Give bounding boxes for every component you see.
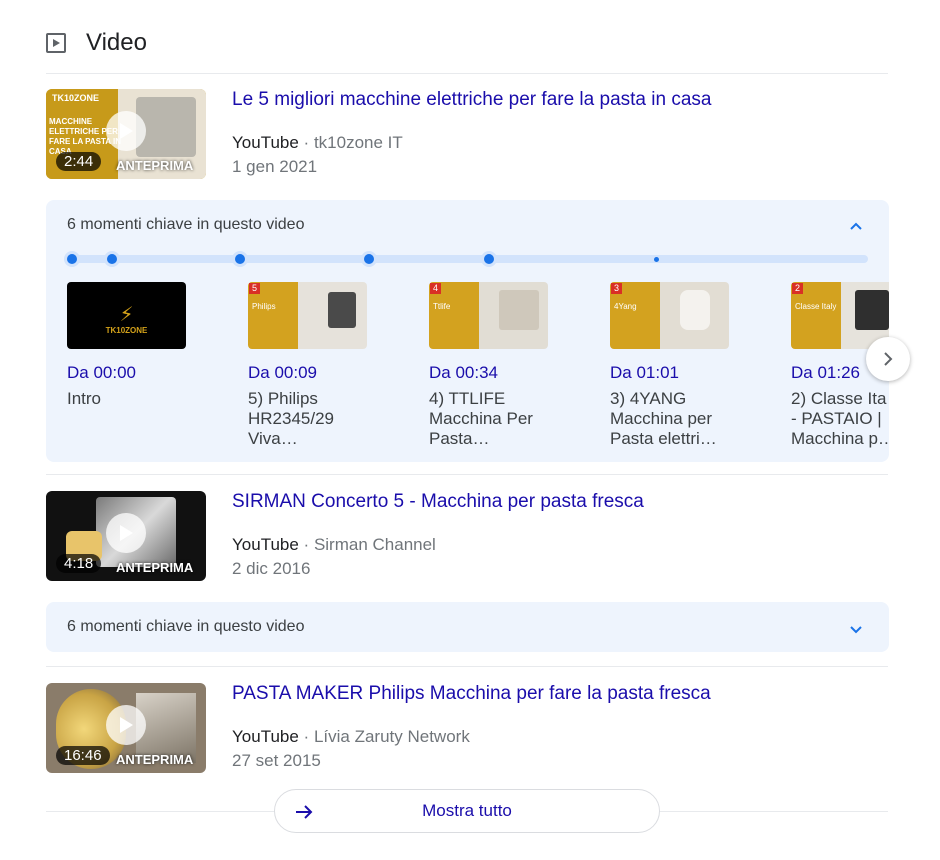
clip-thumbnail[interactable]: 3 4Yang — [610, 282, 729, 349]
section-title: Video — [86, 29, 147, 56]
clip-thumbnail[interactable]: 4 Ttlife — [429, 282, 548, 349]
rank-badge: 3 — [611, 283, 622, 294]
timeline-marker[interactable] — [484, 254, 494, 264]
clip-thumbnail-text: Classe Italy — [795, 302, 837, 311]
clip-thumbnail[interactable]: 2 Classe Italy — [791, 282, 889, 349]
key-moments-toggle[interactable]: 6 momenti chiave in questo video — [67, 216, 304, 234]
key-moments-toggle[interactable]: 6 momenti chiave in questo video — [67, 618, 304, 636]
clip-label: 2) Classe Ita - PASTAIO | Macchina p… — [791, 389, 889, 448]
show-all-label: Mostra tutto — [422, 801, 512, 820]
video-thumbnail[interactable]: 4:18 ANTEPRIMA — [46, 491, 206, 581]
timeline-marker[interactable] — [107, 254, 117, 264]
duration-badge: 4:18 — [56, 554, 102, 573]
key-moments-panel: 6 momenti chiave in questo video ⚡ TK10Z… — [46, 200, 889, 462]
clip-time: Da 00:09 — [248, 363, 317, 382]
clip-label: 5) Philips HR2345/29 Viva… — [248, 389, 335, 448]
clip-time: Da 01:01 — [610, 363, 679, 382]
channel-name: Sirman Channel — [313, 535, 436, 554]
rank-badge: 2 — [792, 283, 803, 294]
play-icon — [106, 513, 146, 553]
preview-label: ANTEPRIMA — [116, 560, 194, 575]
video-source: YouTube · Lívia Zaruty Network — [232, 727, 470, 746]
divider — [46, 474, 888, 475]
clip-thumbnail-text: TK10ZONE — [105, 326, 148, 335]
rank-badge: 5 — [249, 283, 260, 294]
duration-badge: 16:46 — [56, 746, 110, 765]
clip-thumbnail-text: 4Yang — [614, 302, 637, 311]
timeline-marker[interactable] — [364, 254, 374, 264]
divider — [46, 666, 888, 667]
divider — [46, 73, 888, 74]
chevron-down-icon[interactable] — [849, 622, 863, 640]
video-source: YouTube · tk10zone IT — [232, 133, 403, 152]
source-name: YouTube — [232, 727, 299, 746]
clip-time: Da 00:34 — [429, 363, 498, 382]
preview-label: ANTEPRIMA — [116, 752, 194, 767]
key-moments-panel[interactable]: 6 momenti chiave in questo video — [46, 602, 889, 652]
source-name: YouTube — [232, 535, 299, 554]
next-clips-button[interactable] — [866, 337, 910, 381]
video-date: 27 set 2015 — [232, 751, 321, 770]
video-date: 2 dic 2016 — [232, 559, 311, 578]
key-moment-clip[interactable]: ⚡ TK10ZONE Da 00:00 Intro — [67, 282, 189, 409]
play-icon — [106, 111, 146, 151]
video-title-link[interactable]: Le 5 migliori macchine elettriche per fa… — [232, 89, 711, 111]
video-date: 1 gen 2021 — [232, 157, 318, 176]
thumbnail-brand: TK10ZONE — [52, 93, 100, 103]
clip-label: Intro — [67, 389, 102, 408]
rank-badge: 4 — [430, 283, 441, 294]
clip-thumbnail[interactable]: ⚡ TK10ZONE — [67, 282, 186, 349]
video-thumbnail[interactable]: TK10ZONE MACCHINE ELETTRICHE PER FARE LA… — [46, 89, 206, 179]
show-all-button[interactable]: Mostra tutto — [274, 789, 660, 833]
play-icon — [106, 705, 146, 745]
source-name: YouTube — [232, 133, 299, 152]
clip-label: 4) TTLIFE Macchina Per Pasta… — [429, 389, 533, 448]
clip-thumbnail-text: Ttlife — [433, 302, 451, 311]
video-result: 16:46 ANTEPRIMA PASTA MAKER Philips Macc… — [46, 683, 888, 775]
video-title-link[interactable]: SIRMAN Concerto 5 - Macchina per pasta f… — [232, 491, 644, 513]
video-source: YouTube · Sirman Channel — [232, 535, 436, 554]
key-moment-clip[interactable]: 5 Philips Da 00:09 5) Philips HR2345/29 … — [248, 282, 370, 449]
section-header: Video — [46, 26, 147, 60]
arrow-right-icon — [296, 805, 313, 819]
chevron-right-icon — [884, 352, 893, 366]
timeline-track[interactable] — [67, 254, 868, 264]
video-result: TK10ZONE MACCHINE ELETTRICHE PER FARE LA… — [46, 89, 888, 181]
video-title-link[interactable]: PASTA MAKER Philips Macchina per fare la… — [232, 683, 711, 705]
tk10zone-logo: ⚡ — [119, 304, 134, 326]
channel-name: tk10zone IT — [313, 133, 403, 152]
clip-label: 3) 4YANG Macchina per Pasta elettri… — [610, 389, 717, 448]
video-result: 4:18 ANTEPRIMA SIRMAN Concerto 5 - Macch… — [46, 491, 888, 583]
channel-name: Lívia Zaruty Network — [313, 727, 470, 746]
preview-label: ANTEPRIMA — [116, 158, 194, 173]
video-section-icon — [46, 33, 66, 53]
duration-badge: 2:44 — [56, 152, 102, 171]
clip-time: Da 00:00 — [67, 363, 136, 382]
timeline-marker[interactable] — [235, 254, 245, 264]
timeline-marker[interactable] — [67, 254, 77, 264]
chevron-up-icon[interactable] — [849, 218, 863, 236]
timeline-marker[interactable] — [654, 256, 659, 262]
key-moment-clip[interactable]: 3 4Yang Da 01:01 3) 4YANG Macchina per P… — [610, 282, 732, 449]
video-thumbnail[interactable]: 16:46 ANTEPRIMA — [46, 683, 206, 773]
key-moment-clip[interactable]: 4 Ttlife Da 00:34 4) TTLIFE Macchina Per… — [429, 282, 551, 449]
clip-thumbnail-text: Philips — [252, 302, 276, 311]
clip-thumbnail[interactable]: 5 Philips — [248, 282, 367, 349]
